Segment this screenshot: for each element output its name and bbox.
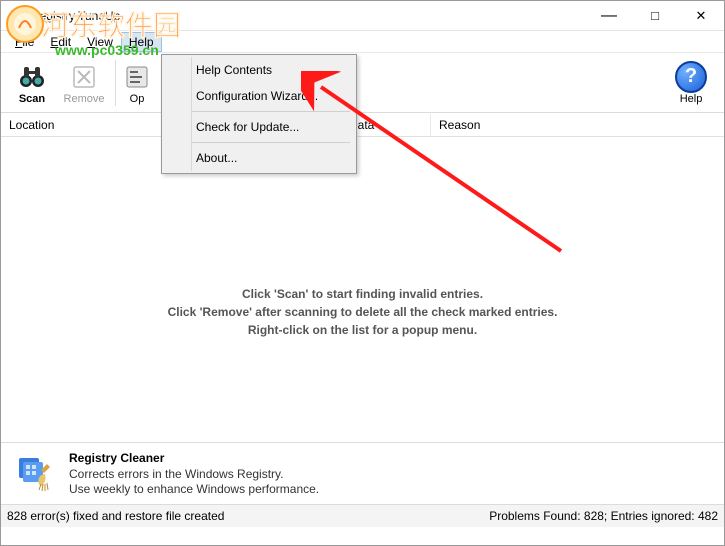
help-icon: ? [675,61,707,93]
menu-separator [168,142,350,143]
statusbar: 828 error(s) fixed and restore file crea… [1,505,724,527]
minimize-button[interactable]: — [586,1,632,31]
help-button[interactable]: ? Help [666,57,716,109]
watermark-url: www.pc0359.cn [55,42,181,58]
configuration-wizard-item[interactable]: Configuration Wizard... [192,83,354,109]
toolbar-separator [115,60,116,106]
scan-button[interactable]: Scan [7,57,57,109]
column-reason[interactable]: Reason [431,114,611,136]
info-title: Registry Cleaner [69,451,319,465]
toolbar: Scan Remove Op ? Help [1,53,724,113]
scan-label: Scan [19,93,45,105]
registry-cleaner-icon [17,454,57,494]
hint-line-3: Right-click on the list for a popup menu… [1,321,724,339]
remove-button: Remove [59,57,109,109]
remove-icon [70,61,98,93]
about-item[interactable]: About... [192,145,354,171]
status-right: Problems Found: 828; Entries ignored: 48… [489,509,718,523]
help-menu-dropdown: Help Contents Configuration Wizard... Ch… [161,54,357,174]
remove-label: Remove [64,93,105,105]
info-line-1: Corrects errors in the Windows Registry. [69,467,319,482]
check-for-update-item[interactable]: Check for Update... [192,114,354,140]
results-list[interactable]: Click 'Scan' to start finding invalid en… [1,137,724,443]
options-label: Op [130,93,145,105]
info-panel: Registry Cleaner Corrects errors in the … [1,443,724,505]
maximize-button[interactable]: □ [632,1,678,31]
binoculars-icon [17,61,47,93]
close-button[interactable]: ✕ [678,1,724,31]
hint-line-1: Click 'Scan' to start finding invalid en… [1,285,724,303]
list-header: Location Entry/N... Data Reason [1,113,724,137]
help-contents-item[interactable]: Help Contents [192,57,354,83]
menu-separator [168,111,350,112]
watermark: 河东软件园 www.pc0359.cn [5,4,181,58]
options-icon [124,61,150,93]
help-label: Help [680,93,703,105]
watermark-text: 河东软件园 [41,4,181,44]
hint-line-2: Click 'Remove' after scanning to delete … [1,303,724,321]
info-line-2: Use weekly to enhance Windows performanc… [69,482,319,497]
options-button[interactable]: Op [120,57,154,109]
watermark-badge-icon [5,4,45,44]
status-left: 828 error(s) fixed and restore file crea… [7,509,489,523]
